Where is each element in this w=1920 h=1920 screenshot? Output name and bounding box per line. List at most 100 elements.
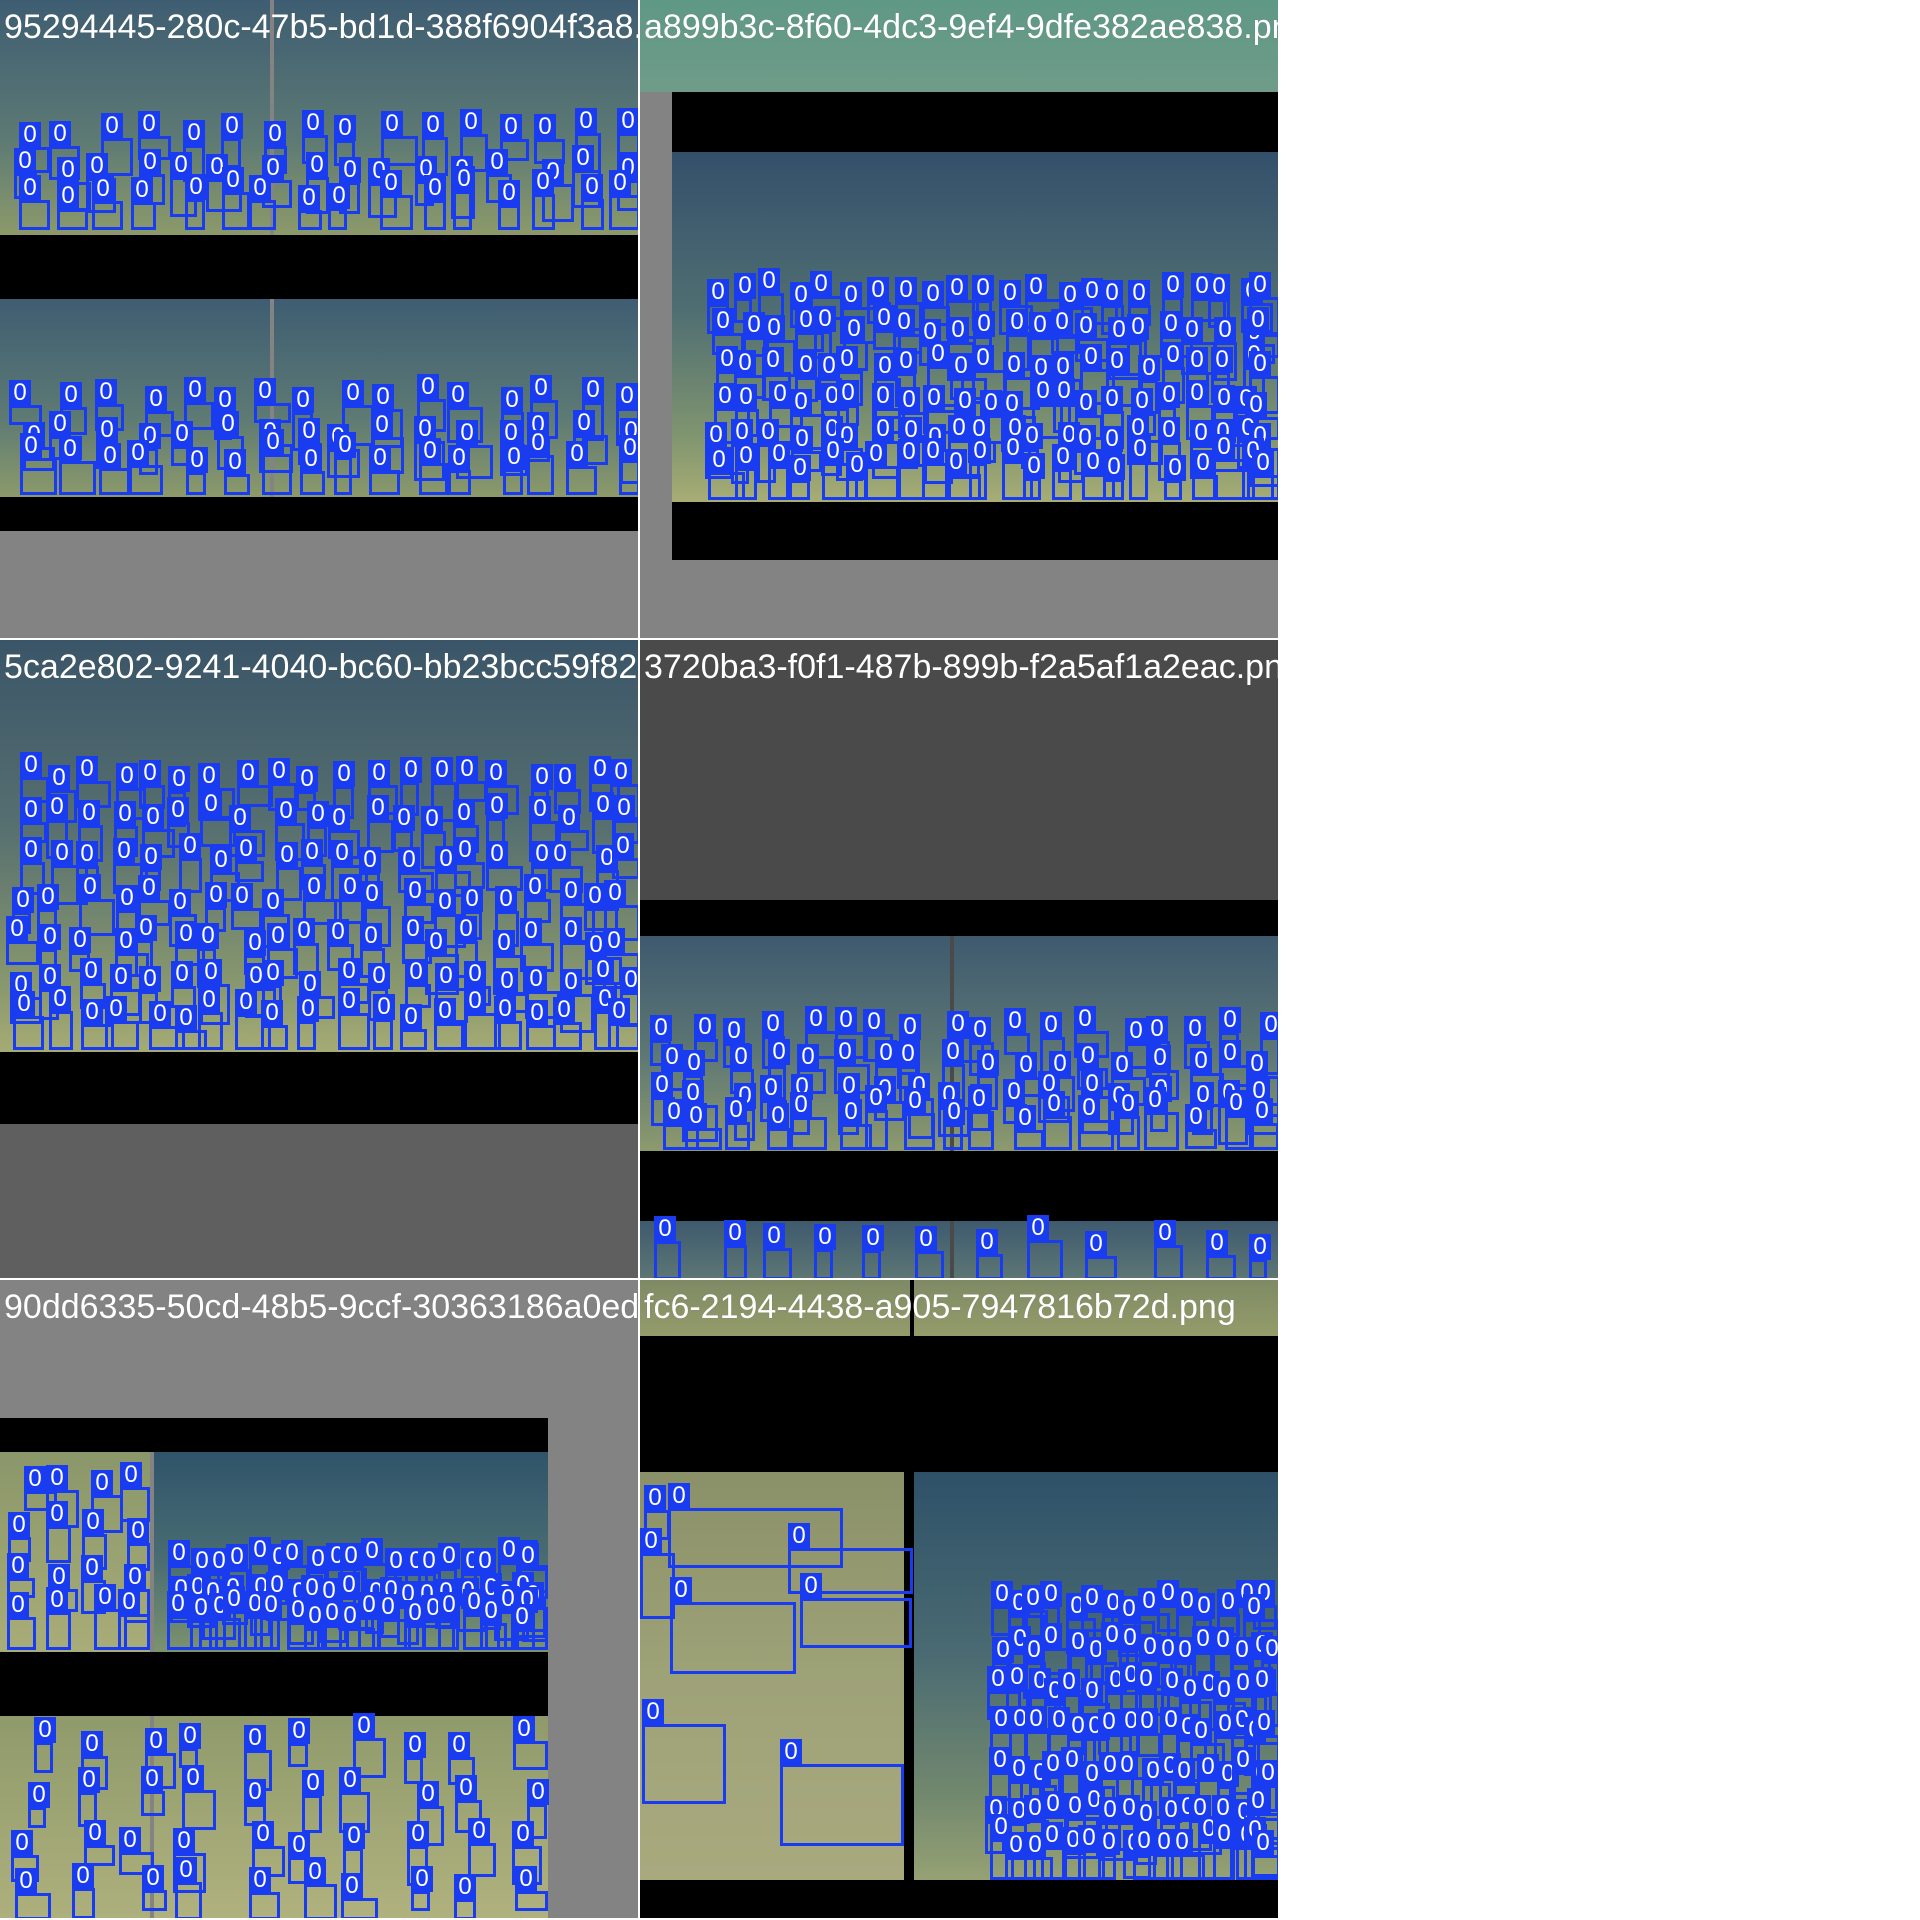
detection-class-label: 0 [972,275,994,301]
detection-box: 0 [1098,1829,1120,1880]
detection-box: 0 [670,1577,796,1674]
detection-class-label: 0 [837,380,859,406]
detection-box: 0 [262,429,292,495]
detection-class-label: 0 [763,315,785,341]
detection-class-label: 0 [1206,1230,1228,1256]
detection-class-label: 0 [810,271,832,297]
detection-class-label: 0 [604,880,626,906]
detection-class-label: 0 [1231,1637,1253,1663]
detection-class-label: 0 [142,804,164,830]
detection-class-label: 0 [734,273,756,299]
detection-class-label: 0 [1249,1234,1271,1260]
detection-class-label: 0 [81,999,103,1025]
image-tile-5[interactable]: 0000000000000000000000000000000000000000… [0,1280,640,1920]
detection-box: 0 [419,438,448,495]
detection-class-label: 0 [139,966,161,992]
detection-class-label: 0 [171,961,193,987]
detection-box: 0 [341,1873,378,1918]
detection-class-label: 0 [142,1865,164,1891]
detection-class-label: 0 [448,1732,470,1758]
detection-class-label: 0 [262,889,284,915]
detection-class-label: 0 [425,929,447,955]
detection-class-label: 0 [267,923,289,949]
detection-class-label: 0 [922,438,944,464]
detection-class-label: 0 [790,389,812,415]
detection-class-label: 0 [1131,388,1153,414]
detection-box: 0 [72,1863,95,1918]
detection-box: 0 [338,988,370,1050]
image-tile-1[interactable]: 0000000000000000000000000000000000000000… [0,0,640,640]
detection-class-label: 0 [1021,423,1043,449]
detection-class-label: 0 [530,375,552,401]
detection-class-label: 0 [373,994,395,1020]
detection-class-label: 0 [584,883,606,909]
detection-class-label: 0 [814,1224,836,1250]
detection-box: 0 [1252,450,1278,500]
detection-class-label: 0 [447,382,469,408]
detection-box: 0 [1136,1708,1161,1757]
image-tile-3[interactable]: 0000000000000000000000000000000000000000… [0,640,640,1280]
detection-class-label: 0 [28,1782,50,1808]
detection-class-label: 0 [244,930,266,956]
detection-box: 0 [448,445,471,495]
detection-class-label: 0 [616,383,638,409]
detection-class-label: 0 [9,380,31,406]
detection-class-label: 0 [923,385,945,411]
detection-box: 0 [235,836,264,882]
detection-box: 0 [513,1716,548,1770]
detection-class-label: 0 [1119,1625,1141,1651]
detection-class-label: 0 [327,919,349,945]
detection-class-label: 0 [1040,1581,1062,1607]
detection-class-label: 0 [200,791,222,817]
detection-box: 0 [261,1000,288,1050]
detection-class-label: 0 [300,446,322,472]
detection-class-label: 0 [743,312,765,338]
mosaic-grid: 0000000000000000000000000000000000000000… [0,0,1920,1920]
detection-box: 0 [411,1866,433,1911]
detection-class-label: 0 [235,836,257,862]
detection-class-label: 0 [79,874,101,900]
detection-class-label: 0 [895,348,917,374]
detection-class-label: 0 [338,988,360,1014]
detection-class-label: 0 [1253,1710,1275,1736]
detection-class-label: 0 [1080,344,1102,370]
detection-class-label: 0 [515,1866,537,1892]
detection-box: 0 [13,991,44,1050]
detection-class-label: 0 [1003,352,1025,378]
detection-class-label: 0 [417,374,439,400]
detection-class-label: 0 [524,874,546,900]
detection-class-label: 0 [343,1823,365,1849]
detection-box: 0 [249,1867,280,1918]
detection-class-label: 0 [80,958,102,984]
image-tile-2[interactable]: 0000000000000000000000000000000000000000… [640,0,1280,640]
image-tile-6[interactable]: 0000000000000000000000000000000000000000… [640,1280,1280,1920]
detection-box: 0 [763,1223,792,1278]
detection-class-label: 0 [139,760,161,786]
detection-class-label: 0 [404,878,426,904]
detection-class-label: 0 [795,352,817,378]
detection-class-label: 0 [865,441,887,467]
detection-box: 0 [304,1859,337,1918]
detection-class-label: 0 [705,422,727,448]
detection-class-label: 0 [1213,434,1235,460]
detections-group: 0000000000000000000000000000000000000000… [640,1280,1278,1918]
detections-group: 0000000000000000000000000000000000000000… [0,640,638,1278]
detection-class-label: 0 [714,383,736,409]
detection-box: 0 [20,433,57,495]
detection-class-label: 0 [1101,280,1123,306]
detection-class-label: 0 [360,923,382,949]
detection-box: 0 [846,452,868,500]
detection-class-label: 0 [1061,1747,1083,1773]
detection-box: 0 [288,1718,310,1767]
detection-class-label: 0 [339,1767,361,1793]
detection-class-label: 0 [758,268,780,294]
detection-class-label: 0 [1190,420,1212,446]
detection-class-label: 0 [198,987,220,1013]
detection-class-label: 0 [169,889,191,915]
detection-class-label: 0 [367,795,389,821]
detection-class-label: 0 [1243,1594,1265,1620]
image-tile-4[interactable]: 0000000000000000000000000000000000000000… [640,640,1280,1280]
detection-box: 0 [1154,1220,1183,1278]
detection-class-label: 0 [175,1005,197,1031]
detection-box: 0 [566,441,597,495]
